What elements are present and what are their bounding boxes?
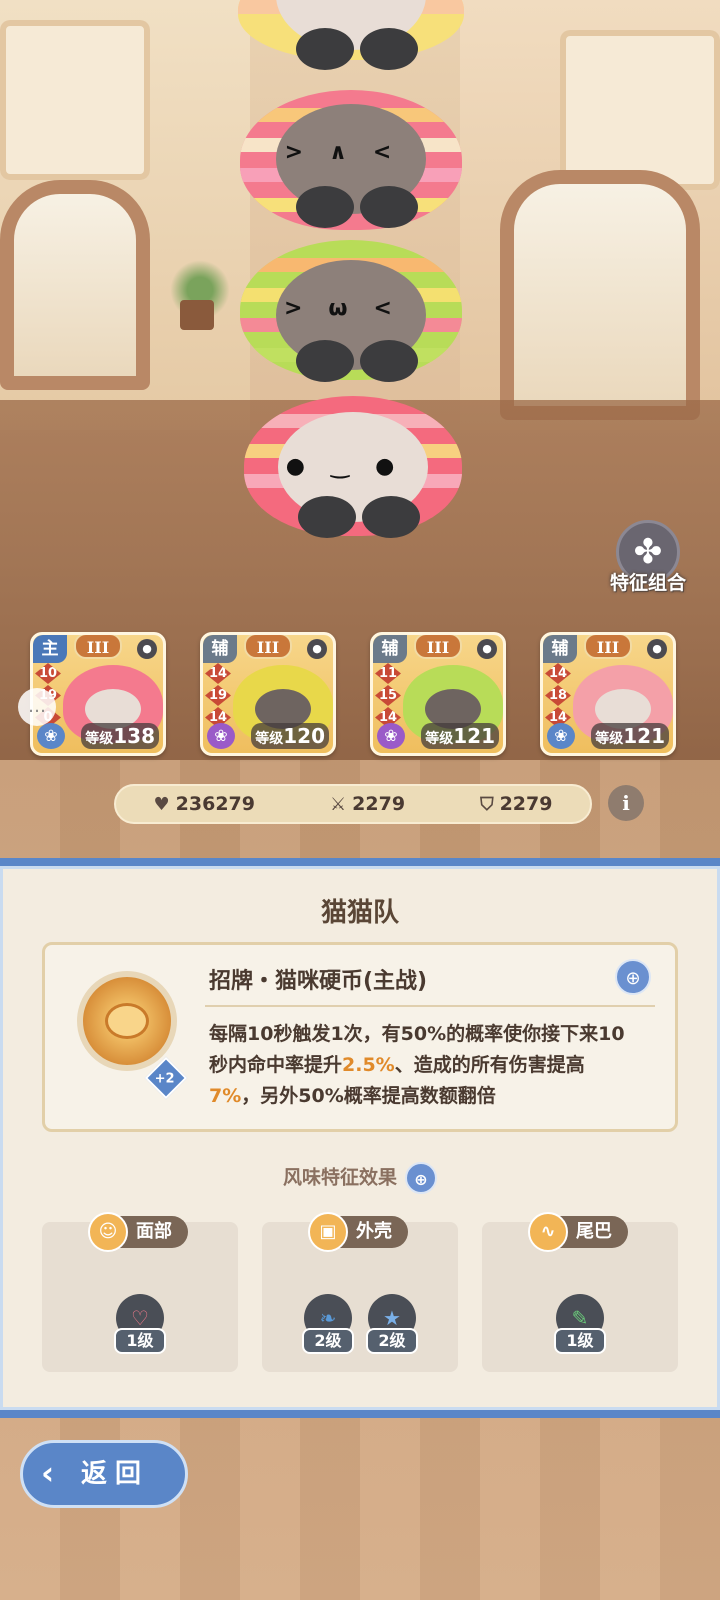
tier-badge: III [74, 635, 122, 659]
heart-icon: ♥ [153, 793, 170, 815]
level-label: 等级121 [591, 723, 669, 749]
trait-gem[interactable]: ❧ 2级 [302, 1294, 354, 1354]
trait-tail[interactable]: ∿ 尾巴 ✎ 1级 [482, 1212, 678, 1372]
trait-gems: ✎ 1级 [482, 1294, 678, 1354]
cat-card-assist[interactable]: 辅 III ● 14 19 14 ❀ 等级120 [200, 632, 336, 756]
paw-icon: ❀ [377, 723, 405, 749]
info-button[interactable]: i [608, 785, 644, 821]
shield-icon: ⛉ [480, 793, 494, 815]
cat-paws [296, 28, 418, 70]
paw-icon: ❀ [37, 723, 65, 749]
gem-level: 2级 [302, 1328, 354, 1354]
defense-value: 2279 [499, 793, 553, 815]
role-badge: 辅 [203, 635, 237, 663]
cat-paws [296, 340, 418, 382]
feature-combo-button[interactable]: ✤ 特征组合 [588, 520, 708, 600]
lock-icon: ● [477, 639, 497, 659]
card-stat: 14 [205, 663, 231, 684]
paw-icon: ❀ [547, 723, 575, 749]
card-stat: 11 [375, 663, 401, 684]
card-stat: 14 [545, 663, 571, 684]
tail-icon: ∿ [528, 1212, 568, 1252]
panel-title: 猫猫队 [320, 898, 399, 928]
cat-face-icon: ☺ [88, 1212, 128, 1252]
divider [205, 1005, 655, 1007]
team-stats-bar: ♥ 236279 ⚔ 2279 ⛉ 2279 [114, 784, 592, 824]
paw-icon: ❀ [207, 723, 235, 749]
trait-gem[interactable]: ✎ 1级 [554, 1294, 606, 1354]
gem-level: 1级 [554, 1328, 606, 1354]
gem-level: 2级 [366, 1328, 418, 1354]
defense-stat: ⛉ 2279 [480, 793, 552, 815]
trait-gem[interactable]: ♡ 1级 [114, 1294, 166, 1354]
magnifier-icon: ⊕ [625, 968, 641, 989]
card-stat: 19 [205, 685, 231, 706]
plant-pot [180, 300, 214, 330]
cat-paws [298, 496, 420, 538]
window [500, 170, 700, 420]
shelf [0, 20, 150, 180]
trait-tag: ☺ 面部 [88, 1212, 188, 1252]
role-badge: 辅 [373, 635, 407, 663]
lock-icon: ● [137, 639, 157, 659]
back-button[interactable]: ‹ 返回 [20, 1440, 188, 1508]
card-stat: 10 [35, 663, 61, 684]
trait-gems: ❧ 2级 ★ 2级 [262, 1294, 458, 1354]
hp-value: 236279 [175, 793, 255, 815]
level-label: 等级121 [421, 723, 499, 749]
trait-tag: ∿ 尾巴 [528, 1212, 628, 1252]
shelf [560, 30, 720, 190]
trait-face[interactable]: ☺ 面部 ♡ 1级 [42, 1212, 238, 1372]
card-stat: 15 [375, 685, 401, 706]
window [0, 180, 150, 390]
trait-shell[interactable]: ▣ 外壳 ❧ 2级 ★ 2级 [262, 1212, 458, 1372]
team-panel: 猫猫队 +2 招牌・猫咪硬币(主战) ⊕ 每隔10秒触发1次，有50%的概率使你… [0, 858, 720, 1418]
skill-zoom-button[interactable]: ⊕ [615, 959, 651, 995]
back-arrow-icon: ‹ [41, 1454, 55, 1492]
attack-value: 2279 [352, 793, 406, 815]
crossed-swords-icon: ⚔ [330, 793, 347, 815]
lock-icon: ● [307, 639, 327, 659]
hp-stat: ♥ 236279 [154, 793, 255, 815]
cat-eyes: ●‿● [285, 454, 421, 479]
flavor-traits-header: 风味特征效果 ⊕ [0, 1162, 720, 1194]
skill-box: +2 招牌・猫咪硬币(主战) ⊕ 每隔10秒触发1次，有50%的概率使你接下来1… [42, 942, 678, 1132]
tier-badge: III [414, 635, 462, 659]
gem-level: 1级 [114, 1328, 166, 1354]
level-label: 等级138 [81, 723, 159, 749]
trait-gem[interactable]: ★ 2级 [366, 1294, 418, 1354]
info-icon: i [622, 791, 630, 815]
cat-card-assist[interactable]: 辅 III ● 11 15 14 ❀ 等级121 [370, 632, 506, 756]
card-stats: 14 18 14 [545, 663, 571, 729]
cat-eyes: >ω< [284, 296, 418, 321]
magnifier-icon[interactable]: ⊕ [405, 1162, 437, 1194]
flavor-traits-title: 风味特征效果 [282, 1166, 397, 1189]
card-stats: 11 15 14 [375, 663, 401, 729]
chat-bubble-icon[interactable]: … [18, 688, 56, 726]
trait-gems: ♡ 1级 [42, 1294, 238, 1354]
feature-combo-label: 特征组合 [609, 572, 686, 594]
skill-description: 每隔10秒触发1次，有50%的概率使你接下来10秒内命中率提升2.5%、造成的所… [209, 1023, 625, 1107]
skill-name: 招牌・猫咪硬币(主战) [209, 969, 428, 994]
role-badge: 辅 [543, 635, 577, 663]
card-stat: 18 [545, 685, 571, 706]
tier-badge: III [584, 635, 632, 659]
attack-stat: ⚔ 2279 [330, 793, 405, 815]
coin-skill-icon: +2 [77, 971, 188, 1100]
card-stats: 14 19 14 [205, 663, 231, 729]
level-label: 等级120 [251, 723, 329, 749]
cat-eyes: >∧< [284, 140, 418, 165]
cat-paws [296, 186, 418, 228]
trait-tag: ▣ 外壳 [308, 1212, 408, 1252]
skill-level-badge: +2 [144, 1056, 188, 1100]
shell-icon: ▣ [308, 1212, 348, 1252]
back-label: 返回 [81, 1459, 150, 1489]
role-badge: 主 [33, 635, 67, 663]
cat-card-assist[interactable]: 辅 III ● 14 18 14 ❀ 等级121 [540, 632, 676, 756]
lock-icon: ● [647, 639, 667, 659]
tier-badge: III [244, 635, 292, 659]
